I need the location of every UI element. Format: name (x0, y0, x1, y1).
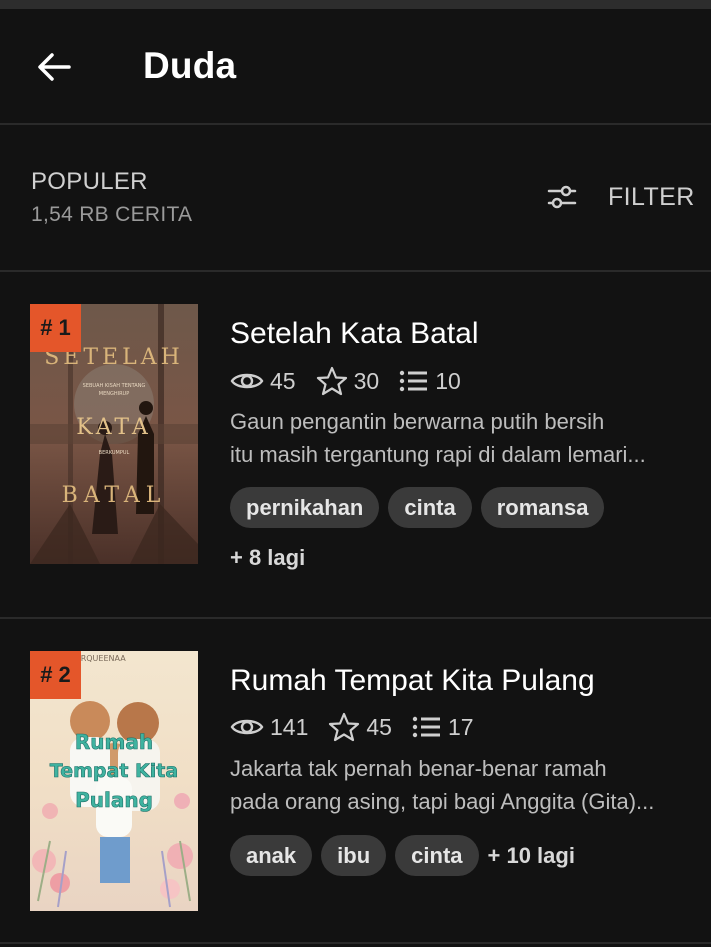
eye-icon (230, 719, 264, 735)
story-divider (0, 942, 711, 944)
votes-count: 30 (353, 367, 380, 394)
list-icon (399, 370, 428, 392)
story-count: 1,54 RB CERITA (31, 203, 193, 226)
cover-title-line2: Tempat Kita (50, 760, 178, 782)
cover-title-line1: Rumah (75, 730, 153, 754)
eye-icon (230, 373, 264, 389)
story-description: Gaun pengantin berwarna putih bersih itu… (230, 405, 690, 471)
story-title[interactable]: Setelah Kata Batal (230, 317, 479, 351)
rank-badge: # 1 (30, 304, 81, 352)
votes-stat: 45 (328, 712, 392, 742)
arrow-left-icon (38, 53, 71, 81)
views-stat: 141 (230, 714, 308, 741)
story-description: Jakarta tak pernah benar-benar ramah pad… (230, 752, 690, 818)
parts-stat: 10 (399, 368, 461, 395)
story-card[interactable]: SETELAH SEBUAH KISAH TENTANG MENGHIRUP K… (0, 272, 711, 618)
votes-count: 45 (366, 713, 392, 740)
tag-chip[interactable]: ibu (321, 835, 387, 876)
back-button[interactable] (30, 45, 78, 89)
star-icon (316, 366, 347, 396)
description-line: itu masih tergantung rapi di dalam lemar… (230, 442, 646, 467)
tag-chip[interactable]: cinta (395, 835, 479, 876)
cover-tiny-2: MENGHIRUP (99, 391, 129, 397)
tag-chip[interactable]: anak (230, 835, 313, 876)
more-tags[interactable]: + 8 lagi (230, 545, 305, 571)
sort-label: POPULER (31, 168, 148, 195)
story-title[interactable]: Rumah Tempat Kita Pulang (230, 664, 595, 698)
tag-list: pernikahan cinta romansa (230, 487, 613, 528)
cover-title-line3: BATAL (62, 483, 167, 508)
sliders-icon (547, 185, 577, 209)
cover-tiny-3: BERKUMPUL (99, 450, 130, 456)
parts-stat: 17 (412, 714, 474, 741)
story-card[interactable]: DEARQUEENAA Rumah Tempat Kita Pulang # 2… (0, 619, 711, 947)
views-count: 45 (270, 367, 296, 394)
tag-chip[interactable]: pernikahan (230, 487, 380, 528)
tag-chip[interactable]: romansa (480, 487, 605, 528)
more-tags[interactable]: + 10 lagi (488, 843, 575, 869)
story-stats: 141 45 17 (230, 711, 494, 743)
cover-title-line2: KATA (76, 415, 152, 440)
cover-tiny-1: SEBUAH KISAH TENTANG (83, 383, 146, 389)
description-line: Gaun pengantin berwarna putih bersih (230, 409, 605, 434)
filter-button[interactable]: FILTER (546, 179, 695, 215)
filter-label: FILTER (608, 182, 695, 211)
votes-stat: 30 (316, 366, 380, 396)
list-icon (412, 716, 440, 738)
star-icon (329, 712, 360, 742)
list-toolbar: POPULER 1,54 RB CERITA FILTER (0, 123, 711, 271)
description-line: pada orang asing, tapi bagi Anggita (Git… (230, 789, 655, 814)
tag-chip[interactable]: cinta (388, 487, 472, 528)
rank-badge: # 2 (30, 651, 81, 699)
book-cover[interactable]: SETELAH SEBUAH KISAH TENTANG MENGHIRUP K… (30, 304, 198, 564)
book-cover[interactable]: DEARQUEENAA Rumah Tempat Kita Pulang # 2 (30, 651, 198, 911)
parts-count: 17 (447, 713, 474, 740)
tag-list: anak ibu cinta + 10 lagi (230, 835, 575, 876)
views-stat: 45 (230, 368, 296, 395)
status-strip (0, 0, 711, 9)
app-header: Duda (0, 9, 711, 123)
views-count: 141 (270, 713, 309, 740)
page-title: Duda (143, 45, 237, 86)
story-stats: 45 30 10 (230, 365, 481, 397)
parts-count: 10 (435, 367, 461, 394)
cover-title-line3: Pulang (75, 788, 153, 812)
description-line: Jakarta tak pernah benar-benar ramah (230, 756, 607, 781)
